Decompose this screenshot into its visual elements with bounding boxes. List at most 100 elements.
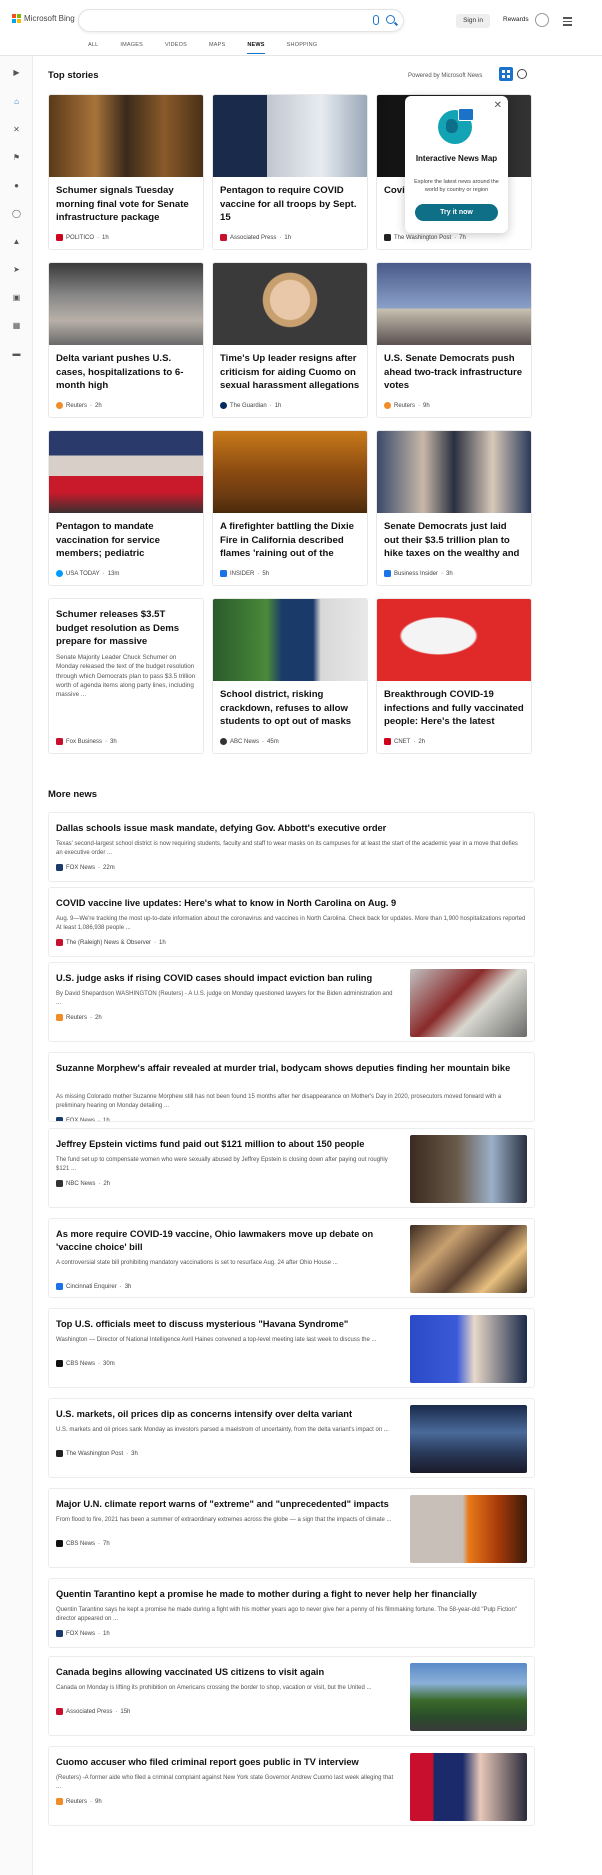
story-card[interactable]: Schumer releases $3.5T budget resolution… xyxy=(48,598,204,754)
news-title[interactable]: U.S. markets, oil prices dip as concerns… xyxy=(56,1408,396,1421)
news-title[interactable]: COVID vaccine live updates: Here's what … xyxy=(56,897,526,910)
story-title[interactable]: Pentagon to require COVID vaccine for al… xyxy=(213,177,367,225)
news-title[interactable]: Canada begins allowing vaccinated US cit… xyxy=(56,1666,396,1679)
news-thumbnail[interactable] xyxy=(410,1135,527,1203)
separator-dot: · xyxy=(98,1117,101,1122)
news-description: (Reuters) -A former aide who filed a cri… xyxy=(56,1775,394,1791)
news-row[interactable]: Quentin Tarantino kept a promise he made… xyxy=(48,1578,535,1648)
hamburger-menu-icon[interactable] xyxy=(563,17,572,28)
news-row[interactable]: Major U.N. climate report warns of "extr… xyxy=(48,1488,535,1568)
tab-videos[interactable]: VIDEOS xyxy=(165,42,187,54)
news-thumbnail[interactable] xyxy=(410,969,527,1037)
flask-icon[interactable]: ▲ xyxy=(11,236,22,247)
story-time: 2h xyxy=(95,402,102,409)
story-card[interactable]: Breakthrough COVID-19 infections and ful… xyxy=(376,598,532,754)
story-card[interactable]: Senate Democrats just laid out their $3.… xyxy=(376,430,532,586)
tab-shopping[interactable]: SHOPPING xyxy=(287,42,318,54)
story-title[interactable]: Schumer releases $3.5T budget resolution… xyxy=(49,599,203,647)
story-card[interactable]: Pentagon to mandate vaccination for serv… xyxy=(48,430,204,586)
story-title[interactable]: A firefighter battling the Dixie Fire in… xyxy=(213,513,367,561)
map-view-icon[interactable] xyxy=(517,69,527,79)
news-thumbnail[interactable] xyxy=(410,1315,527,1383)
rewards-link[interactable]: Rewards xyxy=(503,16,529,23)
story-title[interactable]: U.S. Senate Democrats push ahead two-tra… xyxy=(377,345,531,393)
flag-icon[interactable]: ⚑ xyxy=(11,152,22,163)
story-time: 2h xyxy=(418,738,426,745)
news-title[interactable]: Jeffrey Epstein victims fund paid out $1… xyxy=(56,1138,396,1151)
bank-icon[interactable]: ▦ xyxy=(11,320,22,331)
story-title[interactable]: School district, risking crackdown, refu… xyxy=(213,681,367,729)
tab-images[interactable]: IMAGES xyxy=(120,42,143,54)
try-it-now-button[interactable]: Try it now xyxy=(415,204,498,221)
news-title[interactable]: Quentin Tarantino kept a promise he made… xyxy=(56,1588,526,1601)
story-title[interactable]: Senate Democrats just laid out their $3.… xyxy=(377,513,531,561)
tab-all[interactable]: ALL xyxy=(88,42,98,54)
news-title[interactable]: As more require COVID-19 vaccine, Ohio l… xyxy=(56,1228,396,1253)
news-time: 15h xyxy=(120,1708,131,1715)
news-time: 22m xyxy=(103,864,115,871)
grid-view-icon[interactable] xyxy=(499,67,513,81)
chevron-right-icon[interactable]: ▶ xyxy=(11,67,22,78)
story-title[interactable]: Time's Up leader resigns after criticism… xyxy=(213,345,367,393)
story-title[interactable]: Schumer signals Tuesday morning final vo… xyxy=(49,177,203,225)
signin-button[interactable]: Sign in xyxy=(456,14,490,28)
location-icon[interactable]: ● xyxy=(11,180,22,191)
search-icon[interactable] xyxy=(386,15,395,24)
news-thumbnail[interactable] xyxy=(410,1225,527,1293)
news-row[interactable]: Canada begins allowing vaccinated US cit… xyxy=(48,1656,535,1736)
close-icon[interactable]: ✕ xyxy=(494,100,502,111)
story-source: CNET · 2h xyxy=(384,738,425,745)
news-title[interactable]: Major U.N. climate report warns of "extr… xyxy=(56,1498,396,1511)
tools-icon[interactable]: ✕ xyxy=(11,124,22,135)
news-source: Cincinnati Enquirer · 3h xyxy=(56,1283,131,1290)
news-row[interactable]: COVID vaccine live updates: Here's what … xyxy=(48,887,535,957)
story-card[interactable]: Pentagon to require COVID vaccine for al… xyxy=(212,94,368,250)
rocket-icon[interactable]: ➤ xyxy=(11,264,22,275)
tab-news[interactable]: NEWS xyxy=(247,42,265,54)
news-thumbnail[interactable] xyxy=(410,1495,527,1563)
source-logo-icon xyxy=(56,1708,63,1715)
story-card[interactable]: School district, risking crackdown, refu… xyxy=(212,598,368,754)
news-title[interactable]: Cuomo accuser who filed criminal report … xyxy=(56,1756,396,1769)
microphone-icon[interactable] xyxy=(373,15,379,25)
news-title[interactable]: U.S. judge asks if rising COVID cases sh… xyxy=(56,972,396,985)
tab-maps[interactable]: MAPS xyxy=(209,42,225,54)
news-time: 1h xyxy=(103,1117,110,1122)
source-logo-icon xyxy=(220,738,227,745)
home-icon[interactable]: ⌂ xyxy=(11,96,22,107)
news-row[interactable]: As more require COVID-19 vaccine, Ohio l… xyxy=(48,1218,535,1298)
news-row[interactable]: Suzanne Morphew's affair revealed at mur… xyxy=(48,1052,535,1122)
globe-icon[interactable]: ◯ xyxy=(11,208,22,219)
separator-dot: · xyxy=(126,1450,129,1457)
story-card[interactable]: Delta variant pushes U.S. cases, hospita… xyxy=(48,262,204,418)
card-icon[interactable]: ▬ xyxy=(11,348,22,359)
news-source: CBS News · 30m xyxy=(56,1360,115,1367)
news-thumbnail[interactable] xyxy=(410,1405,527,1473)
film-icon[interactable]: ▣ xyxy=(11,292,22,303)
story-card[interactable]: A firefighter battling the Dixie Fire in… xyxy=(212,430,368,586)
story-card[interactable]: Time's Up leader resigns after criticism… xyxy=(212,262,368,418)
news-row[interactable]: Dallas schools issue mask mandate, defyi… xyxy=(48,812,535,882)
story-card[interactable]: Schumer signals Tuesday morning final vo… xyxy=(48,94,204,250)
source-logo-icon xyxy=(56,1630,63,1637)
news-row[interactable]: Top U.S. officials meet to discuss myste… xyxy=(48,1308,535,1388)
bing-logo[interactable]: Microsoft Bing xyxy=(12,14,75,23)
news-title[interactable]: Top U.S. officials meet to discuss myste… xyxy=(56,1318,396,1331)
news-row[interactable]: U.S. markets, oil prices dip as concerns… xyxy=(48,1398,535,1478)
separator-dot: · xyxy=(154,939,157,946)
news-row[interactable]: Cuomo accuser who filed criminal report … xyxy=(48,1746,535,1826)
news-thumbnail[interactable] xyxy=(410,1753,527,1821)
news-row[interactable]: U.S. judge asks if rising COVID cases sh… xyxy=(48,962,535,1042)
story-time: 3h xyxy=(110,738,117,745)
search-input[interactable] xyxy=(78,9,404,32)
story-title[interactable]: Pentagon to mandate vaccination for serv… xyxy=(49,513,203,561)
story-title[interactable]: Delta variant pushes U.S. cases, hospita… xyxy=(49,345,203,393)
story-card[interactable]: U.S. Senate Democrats push ahead two-tra… xyxy=(376,262,532,418)
news-thumbnail[interactable] xyxy=(410,1663,527,1731)
news-title[interactable]: Suzanne Morphew's affair revealed at mur… xyxy=(56,1062,526,1075)
rewards-trophy-icon[interactable] xyxy=(535,13,549,27)
news-row[interactable]: Jeffrey Epstein victims fund paid out $1… xyxy=(48,1128,535,1208)
news-source: The (Raleigh) News & Observer · 1h xyxy=(56,939,166,946)
story-title[interactable]: Breakthrough COVID-19 infections and ful… xyxy=(377,681,531,729)
news-title[interactable]: Dallas schools issue mask mandate, defyi… xyxy=(56,822,526,835)
